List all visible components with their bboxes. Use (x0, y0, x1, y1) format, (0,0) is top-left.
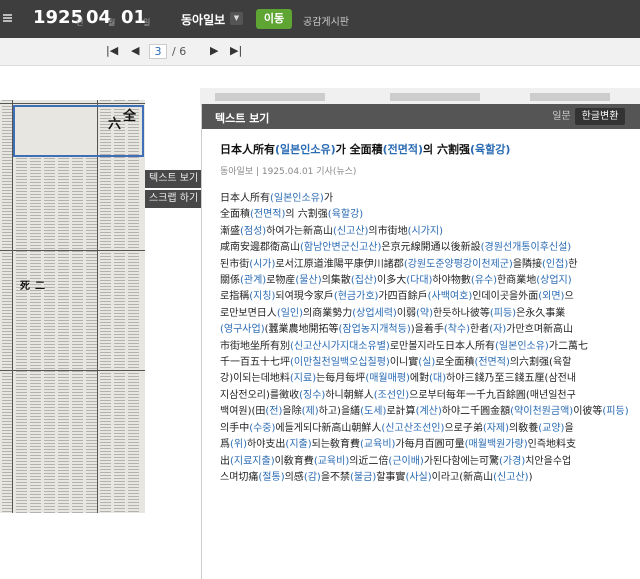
first-page-icon[interactable]: |◀ (106, 44, 118, 57)
scan-glyph-4: 二 (35, 281, 45, 292)
article-title: 日本人所有(일본인소유)가 全面積(전면적)의 六割强(육할강) (220, 143, 511, 156)
scan-glyph-3: 死 (20, 281, 30, 292)
newspaper-select[interactable]: 동아일보 (181, 11, 225, 28)
article-meta: 동아일보 | 1925.04.01 기사(뉴스) (220, 167, 357, 177)
text-view-panel: 텍스트 보기 일문 한글변환 日本人所有(일본인소유)가 全面積(전면적)의 六… (201, 104, 640, 579)
last-page-icon[interactable]: ▶| (230, 44, 242, 57)
newspaper-scan-image[interactable]: 全 六 死 二 (0, 100, 145, 513)
scrap-button[interactable]: 스크랩 하기 (145, 190, 201, 208)
month-unit: 월 (108, 18, 116, 27)
prev-page-icon[interactable]: ◀ (131, 44, 139, 57)
tab-hangul-convert[interactable]: 한글변환 (575, 108, 625, 125)
chevron-down-icon[interactable]: ▼ (230, 12, 243, 25)
current-page-input[interactable]: 3 (149, 44, 167, 59)
panel-title: 텍스트 보기 (215, 112, 270, 125)
page-navigator: |◀ ◀ 3 / 6 ▶ ▶| (0, 38, 640, 66)
text-view-button[interactable]: 텍스트 보기 (145, 170, 201, 188)
top-toolbar: 1925 년 04 월 01 일 동아일보 ▼ 이동 공감게시판 (0, 0, 640, 38)
year-unit: 년 (76, 18, 84, 27)
scan-glyph-2: 六 (108, 117, 122, 132)
menu-icon[interactable] (3, 14, 12, 23)
page-total: / 6 (172, 45, 187, 58)
next-page-icon[interactable]: ▶ (210, 44, 218, 57)
day-unit: 일 (143, 18, 151, 27)
go-button[interactable]: 이동 (256, 9, 292, 29)
board-link[interactable]: 공감게시판 (303, 13, 349, 28)
tab-original[interactable]: 일문 (548, 108, 575, 125)
scan-glyph-1: 全 (123, 109, 137, 124)
panel-header: 텍스트 보기 일문 한글변환 (202, 104, 640, 129)
article-body: 日本人所有(일본인소유)가 全面積(전면적)의 六割强(육할강) 漸盛(점성)하여가… (220, 193, 629, 483)
